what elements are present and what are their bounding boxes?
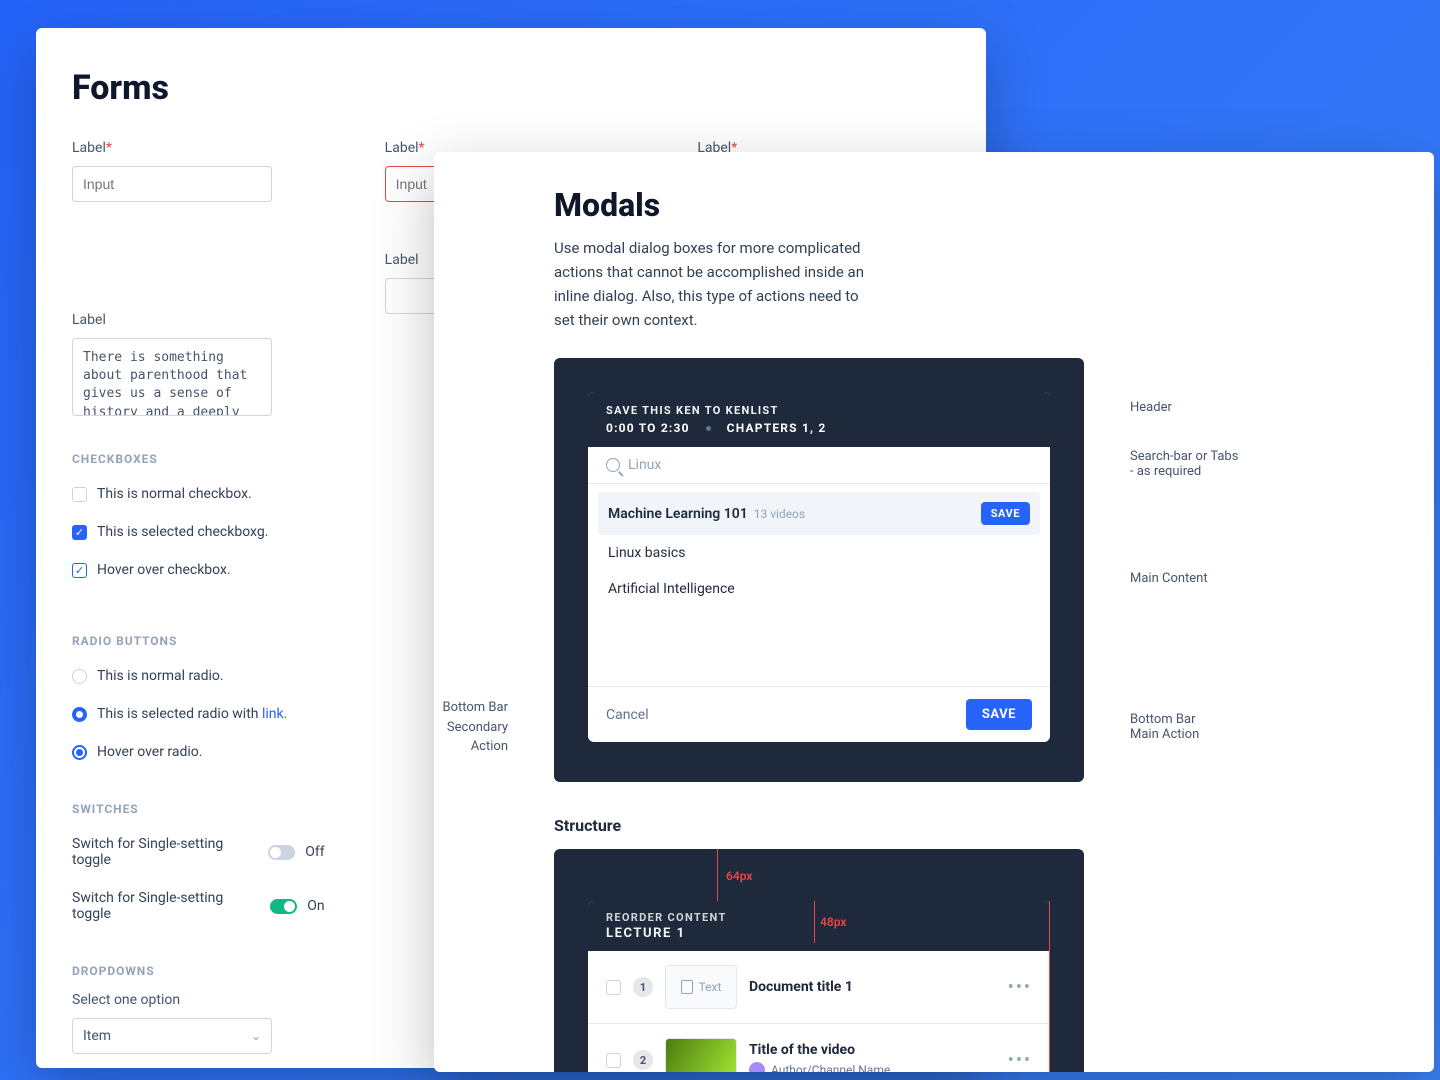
more-icon[interactable]: ••• bbox=[1008, 977, 1032, 998]
anno-search-tabs: Search-bar or Tabs bbox=[1130, 449, 1304, 464]
modal-search-bar[interactable]: Linux bbox=[588, 447, 1050, 484]
modal-footer: Cancel SAVE bbox=[588, 686, 1050, 742]
item-author: Author/Channel Name bbox=[771, 1063, 890, 1072]
checkbox-hover[interactable]: ✓ bbox=[72, 563, 87, 578]
list-item[interactable]: 2 Title of the video Author/Channel Name… bbox=[588, 1024, 1050, 1072]
modal-header-subtitle: REORDER CONTENT bbox=[606, 911, 1032, 924]
modals-title: Modals bbox=[434, 186, 1434, 236]
chevron-down-icon: ⌄ bbox=[251, 1029, 261, 1043]
modal-header-time: 0:00 TO 2:30 bbox=[606, 421, 690, 435]
text-input[interactable] bbox=[72, 166, 272, 202]
anno-main-action: Main Action bbox=[1130, 727, 1304, 742]
list-item[interactable]: 1 Text Document title 1 ••• bbox=[588, 951, 1050, 1024]
dimension-label: 64px bbox=[726, 869, 752, 883]
item-thumb-text: Text bbox=[665, 965, 737, 1009]
checkbox[interactable] bbox=[72, 487, 87, 502]
checkbox-label: This is normal checkbox. bbox=[97, 486, 252, 502]
checkbox[interactable] bbox=[606, 980, 621, 995]
radio-label: This is normal radio. bbox=[97, 668, 224, 684]
checkboxes-section-title: CHECKBOXES bbox=[72, 452, 325, 466]
save-button[interactable]: SAVE bbox=[966, 699, 1032, 730]
field-label-plain: Label bbox=[72, 312, 325, 328]
dimension-line bbox=[717, 849, 718, 901]
radio-link[interactable]: link. bbox=[262, 706, 287, 722]
switch-label: Switch for Single-setting toggle bbox=[72, 890, 260, 922]
checkbox-checked[interactable]: ✓ bbox=[72, 525, 87, 540]
modal-dialog: SAVE THIS KEN TO KENLIST 0:00 TO 2:30 CH… bbox=[588, 392, 1050, 742]
item-title: Document title 1 bbox=[749, 979, 853, 995]
structure-example-frame: 64px 48px REORDER CONTENT LECTURE 1 1 Te… bbox=[554, 849, 1084, 1072]
anno-main-content: Main Content bbox=[1130, 571, 1304, 586]
modal-header-title: SAVE THIS KEN TO KENLIST bbox=[606, 404, 1032, 417]
anno-search-tabs-sub: - as required bbox=[1130, 464, 1304, 479]
result-row[interactable]: Machine Learning 10113 videos SAVE bbox=[598, 492, 1040, 535]
anno-bottom-bar: Bottom Bar bbox=[434, 698, 508, 718]
switch-on[interactable] bbox=[270, 899, 297, 914]
item-number-badge: 2 bbox=[633, 1050, 653, 1070]
modal-example-frame: SAVE THIS KEN TO KENLIST 0:00 TO 2:30 CH… bbox=[554, 358, 1084, 782]
document-icon bbox=[681, 980, 693, 994]
modal-header: SAVE THIS KEN TO KENLIST 0:00 TO 2:30 CH… bbox=[588, 392, 1050, 447]
item-thumb-video bbox=[665, 1038, 737, 1072]
radio[interactable] bbox=[72, 669, 87, 684]
item-title: Title of the video bbox=[749, 1042, 890, 1058]
modal-header-chapters: CHAPTERS 1, 2 bbox=[727, 421, 827, 435]
modal-dialog: REORDER CONTENT LECTURE 1 1 Text Documen… bbox=[588, 901, 1050, 1072]
radio-section-title: RADIO BUTTONS bbox=[72, 634, 325, 648]
forms-title: Forms bbox=[72, 68, 950, 108]
left-annotation-col: Bottom Bar Secondary Action bbox=[434, 358, 554, 757]
search-icon bbox=[606, 458, 620, 472]
modals-card: Modals Use modal dialog boxes for more c… bbox=[434, 152, 1434, 1072]
cancel-button[interactable]: Cancel bbox=[606, 707, 649, 723]
modal-header-title: LECTURE 1 bbox=[606, 926, 1032, 941]
textarea[interactable]: There is something about parenthood that… bbox=[72, 338, 272, 416]
switch-off[interactable] bbox=[268, 845, 295, 860]
anno-bottom-bar: Bottom Bar bbox=[1130, 712, 1304, 727]
checkbox-label: Hover over checkbox. bbox=[97, 562, 231, 578]
structure-title: Structure bbox=[434, 782, 1434, 849]
switch-state: Off bbox=[305, 844, 324, 860]
right-annotation-col: Header Search-bar or Tabs - as required … bbox=[1084, 358, 1304, 742]
save-pill-button[interactable]: SAVE bbox=[981, 502, 1030, 525]
switches-section-title: SWITCHES bbox=[72, 802, 325, 816]
radio-label: Hover over radio. bbox=[97, 744, 202, 760]
radio-hover[interactable] bbox=[72, 745, 87, 760]
avatar-icon bbox=[749, 1062, 765, 1072]
dimension-line bbox=[1049, 901, 1050, 1072]
field-label: Label* bbox=[72, 140, 325, 156]
anno-secondary-action: Secondary Action bbox=[434, 718, 508, 757]
checkbox[interactable] bbox=[606, 1053, 621, 1068]
modal-header: REORDER CONTENT LECTURE 1 bbox=[588, 901, 1050, 951]
result-row[interactable]: Artificial Intelligence bbox=[598, 571, 1040, 607]
modals-description: Use modal dialog boxes for more complica… bbox=[434, 236, 994, 332]
more-icon[interactable]: ••• bbox=[1008, 1050, 1032, 1071]
item-number-badge: 1 bbox=[633, 977, 653, 997]
result-row[interactable]: Linux basics bbox=[598, 535, 1040, 571]
switch-label: Switch for Single-setting toggle bbox=[72, 836, 258, 868]
radio-label: This is selected radio with link. bbox=[97, 706, 287, 722]
search-value: Linux bbox=[628, 457, 661, 473]
dropdown[interactable]: Item⌄ bbox=[72, 1018, 272, 1054]
anno-header: Header bbox=[1130, 400, 1304, 415]
switch-state: On bbox=[307, 898, 324, 914]
checkbox-label: This is selected checkboxg. bbox=[97, 524, 268, 540]
radio-selected[interactable] bbox=[72, 707, 87, 722]
separator-dot-icon bbox=[706, 426, 711, 431]
dropdown-help: Select one option bbox=[72, 992, 325, 1008]
dropdowns-section-title: DROPDOWNS bbox=[72, 964, 325, 978]
modal-results: Machine Learning 10113 videos SAVE Linux… bbox=[588, 484, 1050, 686]
